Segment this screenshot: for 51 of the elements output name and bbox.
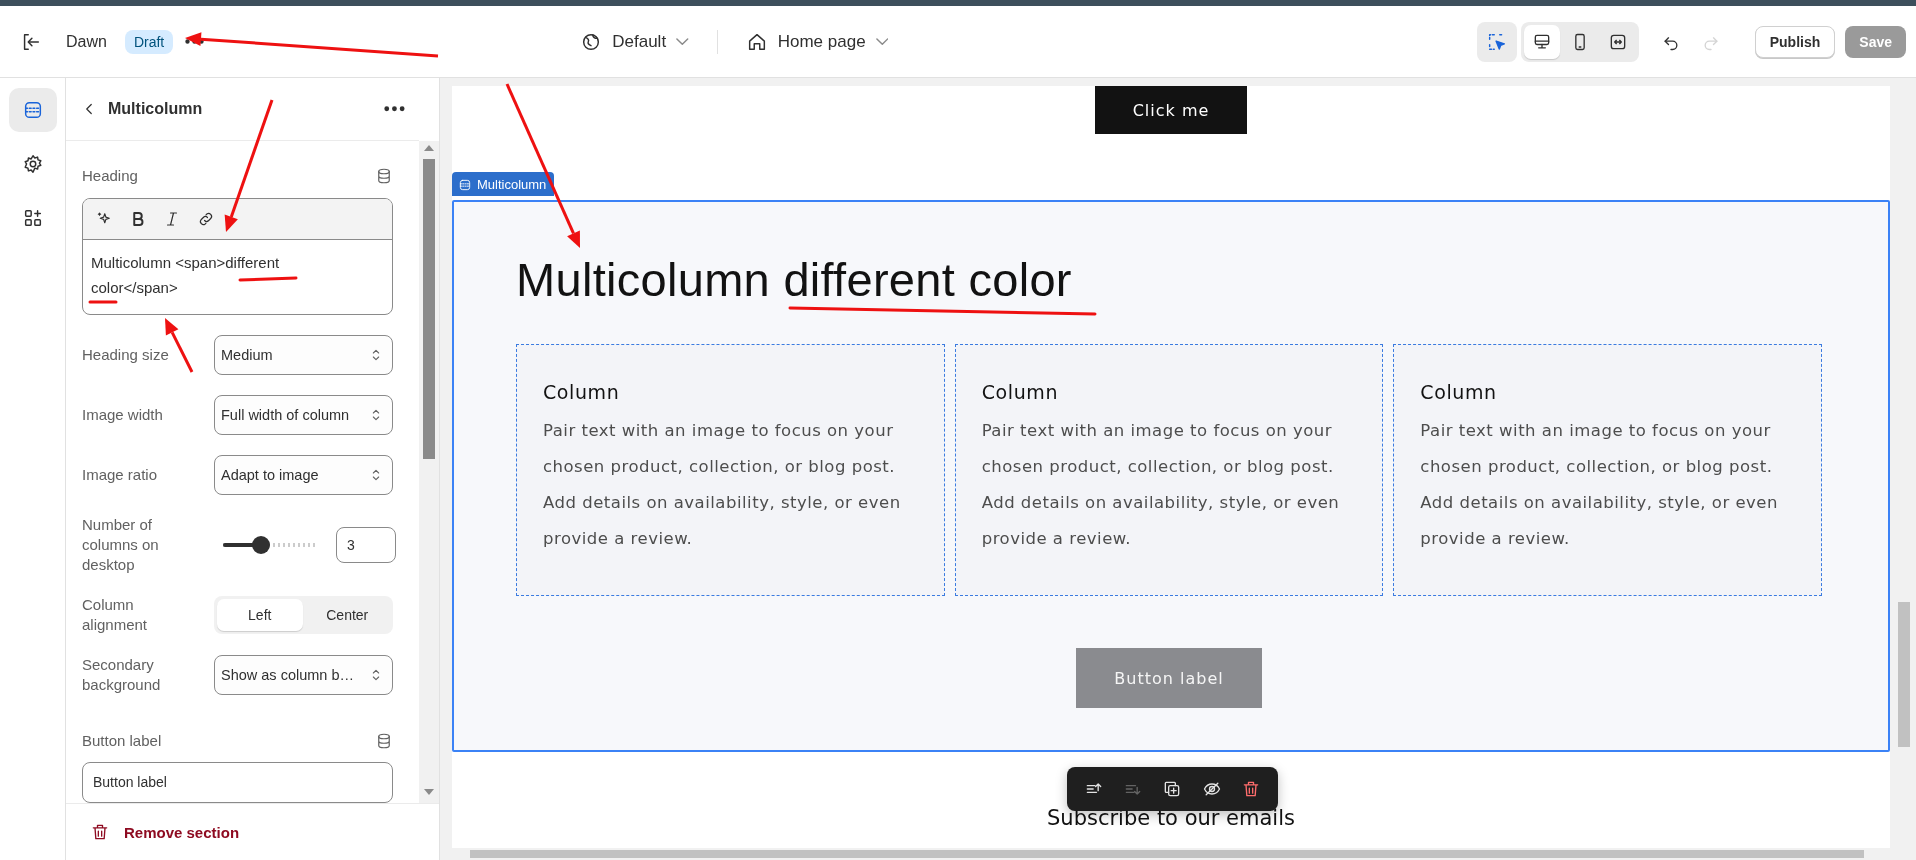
- desktop-view-button[interactable]: [1523, 24, 1560, 59]
- page-selector[interactable]: Home page: [737, 24, 897, 59]
- more-button[interactable]: [384, 106, 405, 112]
- selected-section[interactable]: [452, 200, 1890, 752]
- theme-name: Dawn: [66, 32, 107, 51]
- settings-icon: [21, 153, 44, 175]
- select-field[interactable]: Show as column b…: [214, 654, 393, 695]
- chevron-down-icon: [676, 37, 689, 46]
- column-title: Column: [543, 381, 621, 403]
- sections-icon: [458, 177, 472, 192]
- column-text: Pair text with an image to focus on your chosen product, collection, or blog post. Add details on availability, style, or even provide a review.: [543, 420, 902, 550]
- field-label: Button label: [82, 731, 162, 752]
- click-me-button[interactable]: Click me: [1095, 86, 1247, 134]
- slider-thumb[interactable]: [251, 535, 270, 554]
- column-text: Pair text with an image to focus on your chosen product, collection, or blog post. Add details on availability, style, or even provide a review.: [1420, 420, 1779, 550]
- select-field[interactable]: Full width of column: [214, 394, 393, 435]
- database-icon: [375, 166, 393, 185]
- field-label: Heading size: [82, 344, 170, 365]
- annotation-underline: [88, 300, 118, 304]
- number-input[interactable]: 3: [336, 526, 396, 563]
- section-heading: Multicolumn different color: [516, 252, 1073, 308]
- chevron-down-icon: [875, 37, 889, 46]
- field-label: Number of columns on desktop: [82, 514, 160, 575]
- select-field[interactable]: Adapt to image: [214, 454, 393, 495]
- sections-tab[interactable]: [8, 88, 57, 132]
- rich-text-editor[interactable]: Multicolumn <span>different color</span>: [82, 198, 393, 315]
- scrollbar[interactable]: [419, 141, 439, 803]
- field-label: Heading: [82, 165, 138, 186]
- remove-section-button[interactable]: Remove section: [90, 822, 240, 842]
- select-field[interactable]: Medium: [214, 334, 393, 375]
- column-text: Pair text with an image to focus on your chosen product, collection, or blog post. Add details on availability, style, or even provide a review.: [981, 420, 1341, 550]
- section-heading: Subscribe to our emails: [1046, 806, 1296, 830]
- field-label: Secondary background: [82, 654, 162, 695]
- field-label: Image width: [82, 404, 164, 425]
- database-icon: [375, 732, 393, 751]
- column-title: Column: [1420, 381, 1498, 403]
- section-tag-label: Multicolumn: [477, 177, 547, 192]
- field-label: Column alignment: [82, 594, 149, 635]
- segment-option[interactable]: Center: [304, 598, 390, 631]
- theme-selector[interactable]: Default: [572, 24, 697, 59]
- publish-button[interactable]: Publish: [1754, 25, 1836, 58]
- panel-title: Multicolumn: [108, 100, 204, 118]
- column-title: Column: [981, 381, 1060, 403]
- status-badge: Draft: [124, 29, 174, 54]
- inspector-toggle[interactable]: [1476, 21, 1517, 62]
- more-icon: [384, 106, 405, 112]
- annotation-underline: [238, 276, 298, 282]
- trash-icon: [90, 822, 110, 842]
- segment-option[interactable]: Left: [217, 598, 303, 631]
- input-field[interactable]: Button label: [82, 761, 393, 803]
- field-label: Image ratio: [82, 464, 159, 485]
